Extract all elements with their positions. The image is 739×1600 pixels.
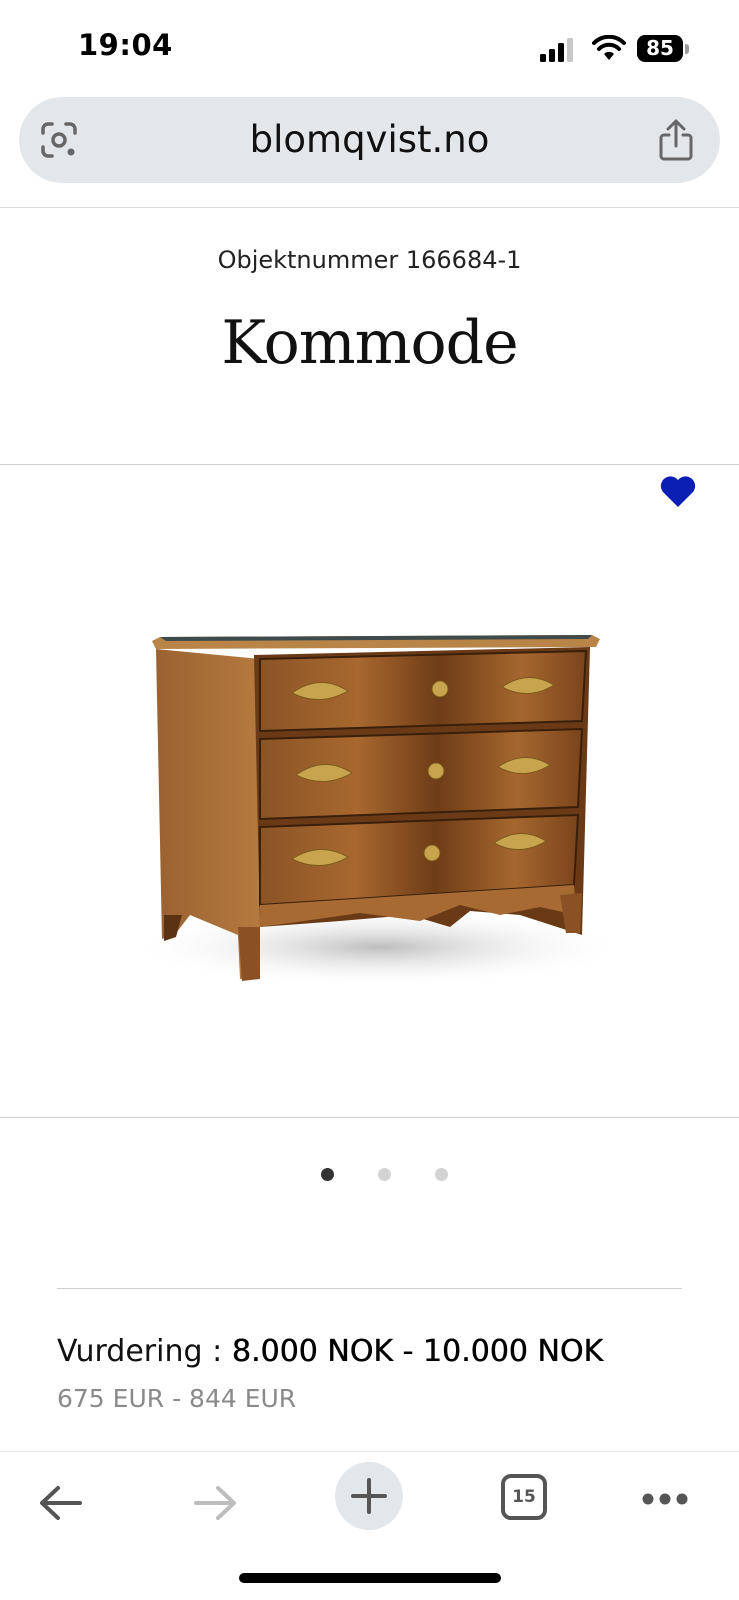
valuation-eur: 675 EUR - 844 EUR (57, 1384, 297, 1413)
object-number: Objektnummer 166684-1 (217, 246, 522, 274)
new-tab-button[interactable] (335, 1462, 403, 1530)
valuation-label: Vurdering : (57, 1334, 223, 1369)
carousel-dot-1[interactable] (321, 1168, 334, 1181)
forward-arrow-icon[interactable] (192, 1484, 238, 1522)
battery-level: 85 (637, 35, 683, 62)
header-divider (0, 207, 739, 208)
back-arrow-icon[interactable] (38, 1484, 84, 1522)
valuation-value: 8.000 NOK - 10.000 NOK (231, 1334, 604, 1369)
carousel-dot-3[interactable] (435, 1168, 448, 1181)
valuation: Vurdering : 8.000 NOK - 10.000 NOK (57, 1334, 603, 1369)
heart-icon[interactable] (659, 474, 697, 508)
more-icon[interactable] (642, 1492, 688, 1506)
tabs-icon[interactable]: 15 (501, 1474, 547, 1520)
home-indicator (239, 1573, 501, 1583)
image-top-divider (0, 464, 739, 465)
cellular-signal-icon (540, 38, 573, 62)
url-text[interactable]: blomqvist.no (19, 97, 720, 183)
status-bar: 19:04 85 (0, 0, 739, 96)
share-icon[interactable] (657, 119, 695, 161)
product-image[interactable] (120, 615, 640, 1025)
wifi-icon (592, 35, 626, 60)
plus-icon (351, 1478, 387, 1514)
battery-tip (685, 44, 689, 54)
price-divider (57, 1288, 682, 1289)
page-title: Kommode (221, 308, 518, 378)
battery-indicator: 85 (637, 35, 689, 63)
address-bar[interactable]: blomqvist.no (19, 97, 720, 183)
carousel-dot-2[interactable] (378, 1168, 391, 1181)
image-bottom-divider (0, 1117, 739, 1118)
status-time: 19:04 (78, 28, 173, 62)
